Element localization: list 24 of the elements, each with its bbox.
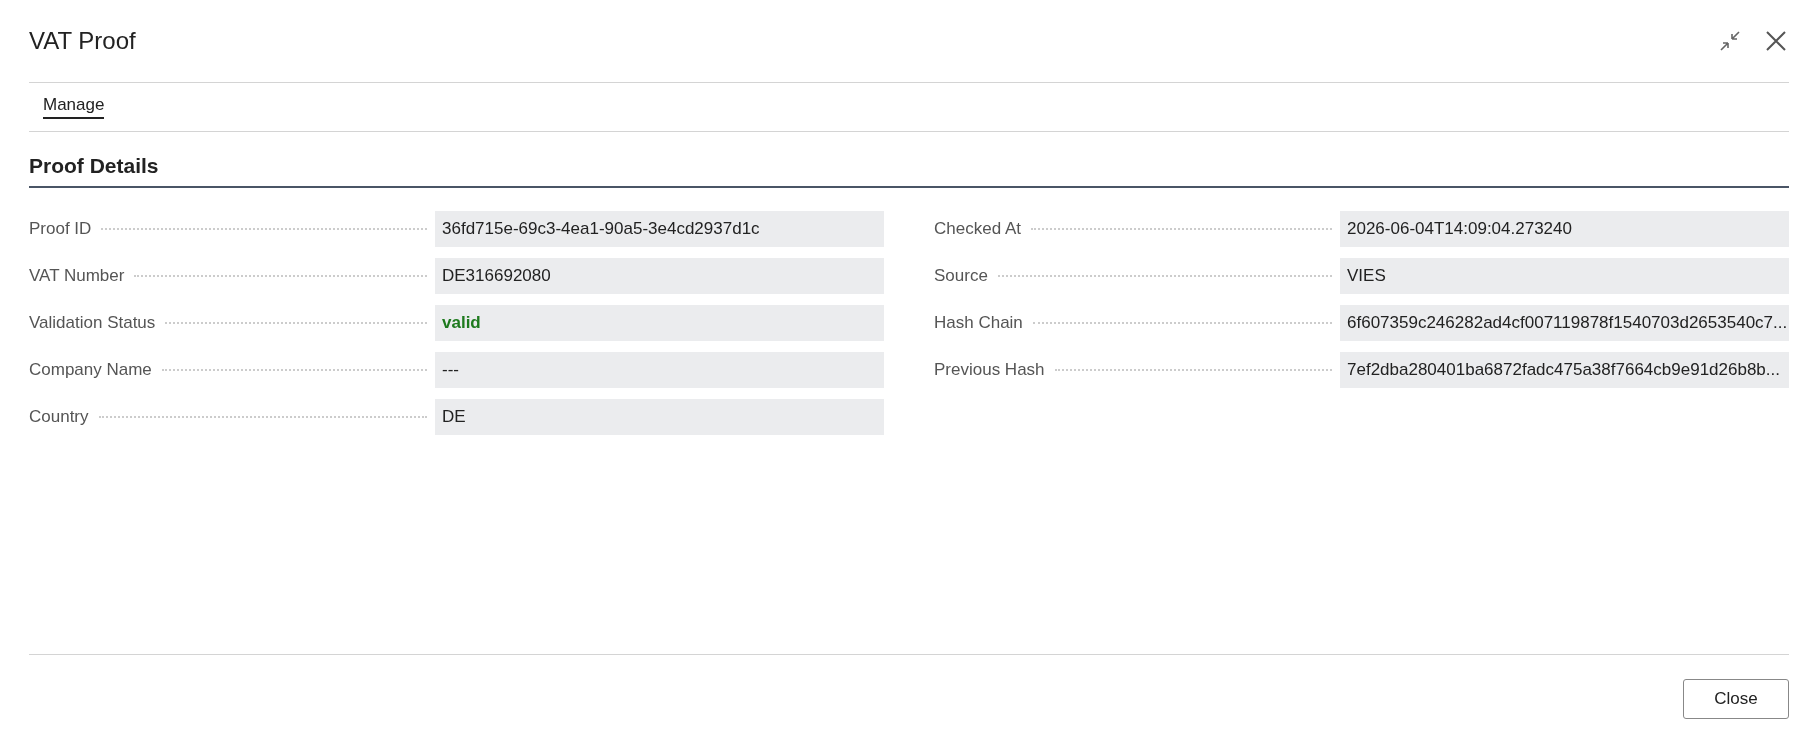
field-label: Source	[934, 266, 989, 286]
section-title: Proof Details	[29, 132, 1789, 188]
field-value: 7ef2dba280401ba6872fadc475a38f7664cb9e91d26b8b...	[1340, 352, 1789, 388]
field-value: VIES	[1340, 258, 1789, 294]
field-value: ---	[435, 352, 884, 388]
manage-tab[interactable]: Manage	[43, 95, 105, 119]
field-label: Checked At	[934, 219, 1022, 239]
field-label: Hash Chain	[934, 313, 1024, 333]
close-button[interactable]: Close	[1683, 679, 1789, 719]
field-label: Previous Hash	[934, 360, 1046, 380]
field-label: Company Name	[29, 360, 153, 380]
field-value: valid	[435, 305, 884, 341]
field-value: 6f607359c246282ad4cf007119878f1540703d2653540c7...	[1340, 305, 1789, 341]
field-label: VAT Number	[29, 266, 126, 286]
field-label: Country	[29, 407, 90, 427]
collapse-icon[interactable]	[1719, 30, 1741, 52]
close-icon[interactable]	[1765, 30, 1787, 52]
window-title: VAT Proof	[29, 27, 136, 55]
field-label: Validation Status	[29, 313, 157, 333]
field-value: 2026-06-04T14:09:04.273240	[1340, 211, 1789, 247]
field-label: Proof ID	[29, 219, 93, 239]
field-value: 36fd715e-69c3-4ea1-90a5-3e4cd2937d1c	[435, 211, 884, 247]
field-value: DE316692080	[435, 258, 884, 294]
field-value: DE	[435, 399, 884, 435]
